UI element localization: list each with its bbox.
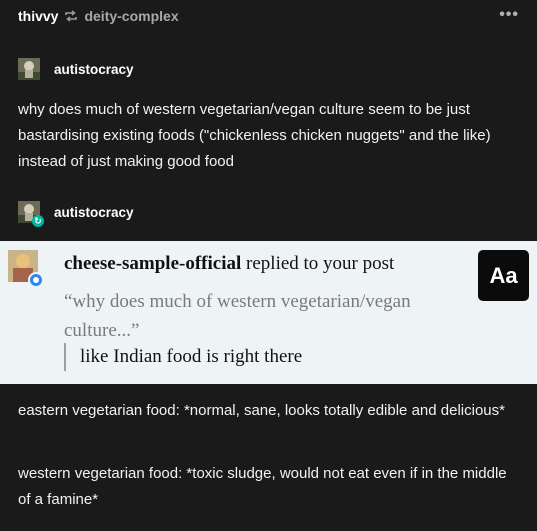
reply-avatar[interactable]: [8, 250, 44, 288]
reply-notification: cheese-sample-official replied to your p…: [0, 241, 537, 384]
reblog-icon: [64, 9, 78, 23]
source-username[interactable]: deity-complex: [84, 8, 178, 24]
reblog-badge-icon: ↻: [32, 215, 44, 227]
post-author-row: autistocracy: [18, 57, 134, 81]
avatar[interactable]: [18, 58, 40, 80]
post-author-name[interactable]: autistocracy: [54, 205, 134, 220]
reply-badge-icon: [28, 272, 44, 288]
post-header: thivvy deity-complex: [18, 6, 179, 26]
avatar[interactable]: ↻: [18, 201, 44, 227]
post-author-name[interactable]: autistocracy: [54, 62, 134, 77]
font-style-button[interactable]: Aa: [478, 250, 529, 301]
reply-text: like Indian food is right there: [64, 343, 302, 371]
post-paragraph: eastern vegetarian food: *normal, sane, …: [18, 402, 505, 419]
post-body: why does much of western vegetarian/vega…: [18, 101, 491, 170]
reply-username[interactable]: cheese-sample-official: [64, 253, 241, 274]
reply-heading: cheese-sample-official replied to your p…: [64, 253, 394, 275]
reblogger-username[interactable]: thivvy: [18, 8, 58, 24]
more-options-icon[interactable]: •••: [499, 6, 519, 24]
post-paragraph: western vegetarian food: *toxic sludge, …: [18, 465, 507, 508]
reply-action: replied to your post: [241, 253, 395, 274]
reply-quoted-post[interactable]: “why does much of western vegetarian/veg…: [64, 287, 464, 345]
post-author-row: ↻ autistocracy: [18, 200, 134, 227]
